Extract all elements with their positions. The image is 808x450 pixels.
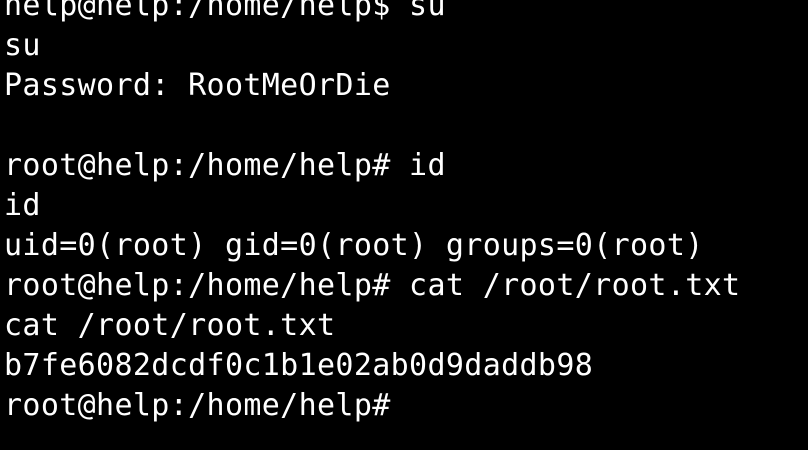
terminal-window[interactable]: help@help:/home/help$ su su Password: Ro…	[0, 0, 808, 450]
terminal-line-echo-su: su	[4, 28, 41, 63]
terminal-line-prompt-cat: root@help:/home/help# cat /root/root.txt	[4, 268, 741, 303]
terminal-line-echo-cat: cat /root/root.txt	[4, 308, 336, 343]
terminal-line-password: Password: RootMeOrDie	[4, 68, 391, 103]
terminal-line-prompt-su: help@help:/home/help$ su	[4, 0, 446, 23]
current-prompt-text: root@help:/home/help#	[4, 388, 391, 423]
terminal-line-echo-id: id	[4, 188, 41, 223]
terminal-line-flag-output: b7fe6082dcdf0c1b1e02ab0d9daddb98	[4, 348, 594, 383]
terminal-line-id-output: uid=0(root) gid=0(root) groups=0(root)	[4, 228, 704, 263]
terminal-line-prompt-id: root@help:/home/help# id	[4, 148, 446, 183]
terminal-output: help@help:/home/help$ su su Password: Ro…	[4, 0, 808, 426]
terminal-line-current-prompt[interactable]: root@help:/home/help#	[4, 386, 808, 426]
